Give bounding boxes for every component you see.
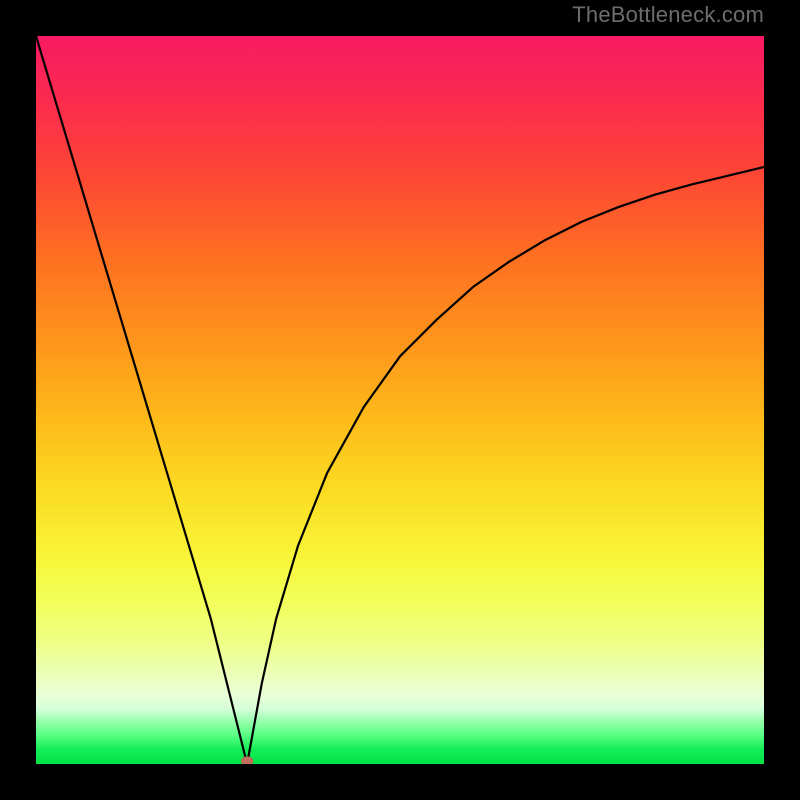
vertex-marker — [241, 757, 253, 765]
curve-layer — [36, 36, 764, 764]
chart-frame: TheBottleneck.com — [0, 0, 800, 800]
watermark-text: TheBottleneck.com — [572, 2, 764, 28]
plot-area — [36, 36, 764, 764]
bottleneck-curve — [36, 36, 764, 764]
